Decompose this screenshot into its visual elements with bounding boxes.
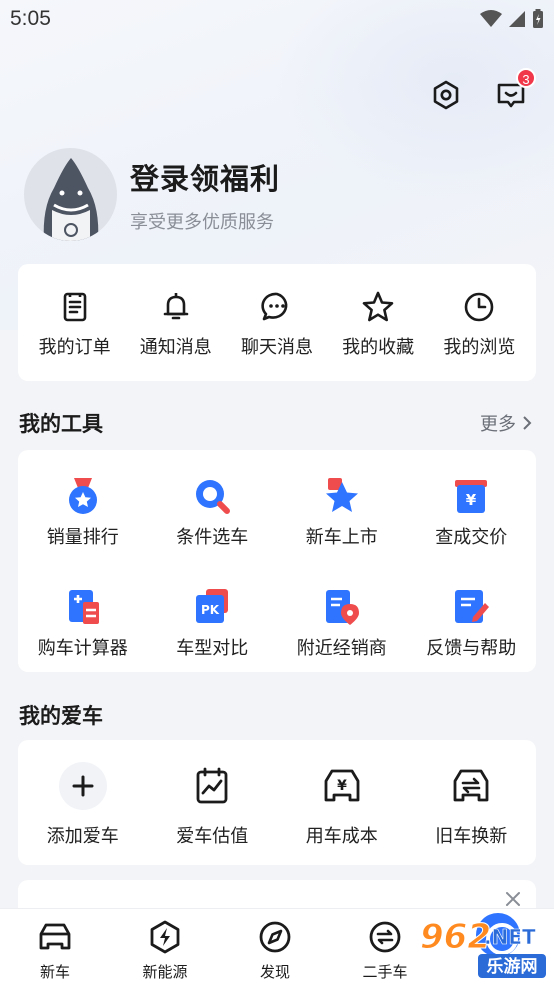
tools-title: 我的工具	[19, 413, 103, 436]
price-icon: ¥	[455, 480, 488, 513]
svg-text:¥: ¥	[466, 491, 477, 509]
shark-mascot-icon	[43, 158, 99, 241]
close-icon[interactable]	[504, 890, 522, 908]
profile-section[interactable]: 登录领福利 享受更多优质服务	[24, 147, 524, 242]
tab-new-energy[interactable]: 新能源	[110, 909, 220, 984]
quick-item-notifications[interactable]: 通知消息	[126, 264, 226, 381]
messages-button[interactable]: 3	[494, 68, 536, 112]
tab-label: 新车	[39, 964, 70, 981]
car-item-valuation[interactable]: 爱车估值	[148, 762, 278, 865]
tab-discover[interactable]: 发现	[220, 909, 330, 984]
tab-label: 发现	[259, 964, 290, 981]
car-item-cost[interactable]: ¥ 用车成本	[277, 762, 407, 865]
energy-icon	[150, 920, 180, 954]
tool-dealers[interactable]: 附近经销商	[277, 561, 407, 660]
chevron-right-icon	[523, 416, 532, 430]
quick-label: 我的收藏	[342, 337, 415, 357]
tool-feedback[interactable]: 反馈与帮助	[407, 561, 537, 660]
tool-label: 反馈与帮助	[426, 638, 517, 658]
tool-deal-price[interactable]: ¥ 查成交价	[407, 450, 537, 549]
search-icon	[196, 480, 231, 514]
quick-item-history[interactable]: 我的浏览	[429, 264, 529, 381]
add-car-button[interactable]	[58, 762, 107, 810]
used-car-icon	[369, 921, 401, 953]
plus-icon	[72, 775, 94, 797]
clock-icon	[465, 292, 494, 322]
tool-filter-cars[interactable]: 条件选车	[148, 450, 278, 549]
car-icon	[39, 923, 71, 950]
new-star-icon	[325, 478, 358, 512]
car-label: 爱车估值	[176, 826, 249, 846]
tool-label: 车型对比	[176, 638, 249, 658]
cost-icon-wrap: ¥	[318, 762, 366, 810]
car-item-add[interactable]: 添加爱车	[18, 762, 148, 865]
battery-icon	[533, 9, 543, 28]
trade-in-icon-wrap	[447, 762, 495, 810]
calculator-icon	[68, 590, 99, 624]
quick-label: 通知消息	[139, 337, 212, 357]
tools-card: 销量排行 条件选车 新车上市 ¥ 查成交价 购车计算器 PK 车型对比 附近经销…	[18, 450, 536, 672]
watermark-text-1: 962	[420, 917, 491, 957]
quick-label: 我的浏览	[443, 337, 516, 357]
my-car-title: 我的爱车	[19, 705, 103, 728]
settings-icon	[433, 80, 459, 110]
login-title[interactable]: 登录领福利	[130, 156, 280, 198]
valuation-icon	[196, 767, 228, 804]
quick-item-favorites[interactable]: 我的收藏	[328, 264, 428, 381]
star-icon	[362, 291, 394, 322]
car-label: 旧车换新	[435, 826, 508, 846]
more-label: 更多	[480, 414, 516, 434]
tools-more-link[interactable]: 更多	[480, 410, 532, 436]
tool-sales-ranking[interactable]: 销量排行	[18, 450, 148, 549]
trade-in-icon	[453, 769, 489, 802]
quick-item-orders[interactable]: 我的订单	[25, 264, 125, 381]
medal-icon	[68, 478, 97, 514]
tool-label: 附近经销商	[296, 638, 387, 658]
my-car-card: 添加爱车 爱车估值 ¥ 用车成本 旧车换新	[18, 740, 536, 865]
tool-label: 购车计算器	[37, 638, 128, 658]
message-badge: 3	[516, 68, 536, 88]
status-time: 5:05	[10, 7, 51, 30]
chat-icon	[261, 292, 288, 321]
profile-text: 登录领福利 享受更多优质服务	[130, 156, 280, 234]
valuation-icon-wrap	[188, 762, 236, 810]
quick-actions-card: 我的订单 通知消息 聊天消息 我的收藏 我的浏览	[18, 264, 536, 381]
tab-label: 新能源	[142, 964, 188, 981]
compass-icon	[259, 921, 291, 953]
status-icons	[480, 9, 544, 29]
quick-label: 聊天消息	[240, 337, 313, 357]
feedback-icon	[455, 590, 490, 623]
bell-icon	[163, 293, 189, 320]
order-icon	[63, 292, 86, 322]
svg-text:PK: PK	[201, 603, 220, 617]
status-bar: 5:05	[0, 0, 554, 38]
tool-label: 查成交价	[435, 527, 508, 547]
wifi-icon	[480, 10, 502, 27]
tool-calculator[interactable]: 购车计算器	[18, 561, 148, 660]
car-item-trade-in[interactable]: 旧车换新	[407, 762, 537, 865]
tool-label: 条件选车	[176, 527, 249, 547]
login-subtitle: 享受更多优质服务	[130, 211, 274, 232]
tool-label: 销量排行	[46, 527, 119, 547]
location-icon	[325, 590, 359, 625]
car-label: 添加爱车	[46, 826, 119, 846]
signal-icon	[509, 11, 525, 27]
watermark-text-2: .NET	[484, 925, 536, 949]
tab-label: 二手车	[362, 964, 408, 981]
cost-icon: ¥	[324, 769, 360, 802]
quick-label: 我的订单	[38, 337, 111, 357]
quick-item-chat[interactable]: 聊天消息	[227, 264, 327, 381]
avatar[interactable]	[24, 148, 117, 241]
tool-new-cars[interactable]: 新车上市	[277, 450, 407, 549]
svg-text:¥: ¥	[337, 778, 347, 794]
settings-button[interactable]	[429, 78, 463, 112]
tool-compare[interactable]: PK 车型对比	[148, 561, 278, 660]
watermark-text-3: 乐游网	[487, 956, 538, 977]
pk-icon: PK	[196, 589, 229, 623]
site-watermark: 962 .NET 乐游网	[420, 917, 546, 978]
tool-label: 新车上市	[305, 527, 378, 547]
tab-new-car[interactable]: 新车	[0, 909, 110, 984]
car-label: 用车成本	[305, 826, 378, 846]
